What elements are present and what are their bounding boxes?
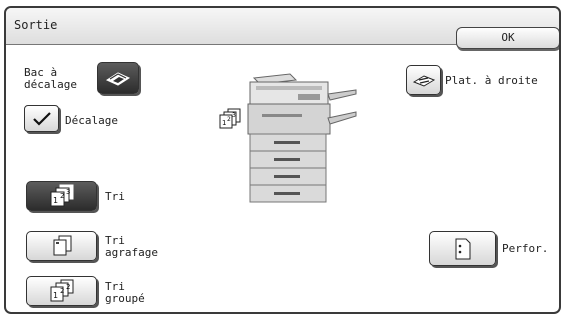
- svg-text:3: 3: [66, 188, 70, 196]
- svg-text:2: 2: [227, 116, 231, 123]
- offset-tray-icon: [104, 69, 132, 87]
- punch-icon: [454, 237, 472, 261]
- offset-checkbox-label: Décalage: [65, 114, 118, 127]
- face-up-tray-icon: [412, 72, 436, 88]
- sort-label: Tri: [105, 190, 125, 203]
- punch-button[interactable]: [429, 231, 496, 266]
- output-dialog: Sortie OK Bac à décalage Décalage 1 2 3 …: [4, 6, 561, 314]
- group-label: Tri groupé: [105, 280, 145, 305]
- sort-icon: 1 2 3: [47, 184, 77, 208]
- face-up-right-label: Plat. à droite: [445, 74, 538, 87]
- staple-sort-button[interactable]: [26, 231, 97, 261]
- offset-tray-label: Bac à décalage: [24, 66, 77, 91]
- svg-text:1: 1: [53, 196, 58, 205]
- staple-sort-icon: [49, 234, 75, 258]
- sort-button[interactable]: 1 2 3: [26, 181, 97, 211]
- face-up-right-button[interactable]: [406, 65, 441, 95]
- check-icon: [32, 111, 52, 127]
- dialog-title: Sortie: [14, 18, 58, 32]
- group-button[interactable]: 1 2 2: [26, 276, 97, 306]
- group-icon: 1 2 2: [47, 279, 77, 303]
- svg-text:2: 2: [60, 287, 64, 295]
- printer-icon: [210, 72, 360, 208]
- offset-checkbox[interactable]: [24, 105, 59, 132]
- ok-button[interactable]: OK: [456, 27, 559, 49]
- punch-label: Perfor.: [502, 242, 549, 255]
- svg-text:1: 1: [222, 119, 226, 127]
- output-stack-icon: 1 2 3: [219, 108, 245, 134]
- staple-sort-label: Tri agrafage: [105, 234, 158, 259]
- svg-text:1: 1: [53, 291, 58, 300]
- svg-text:2: 2: [60, 192, 64, 200]
- svg-text:2: 2: [66, 283, 70, 291]
- svg-text:3: 3: [232, 112, 236, 119]
- offset-tray-button[interactable]: [97, 62, 139, 94]
